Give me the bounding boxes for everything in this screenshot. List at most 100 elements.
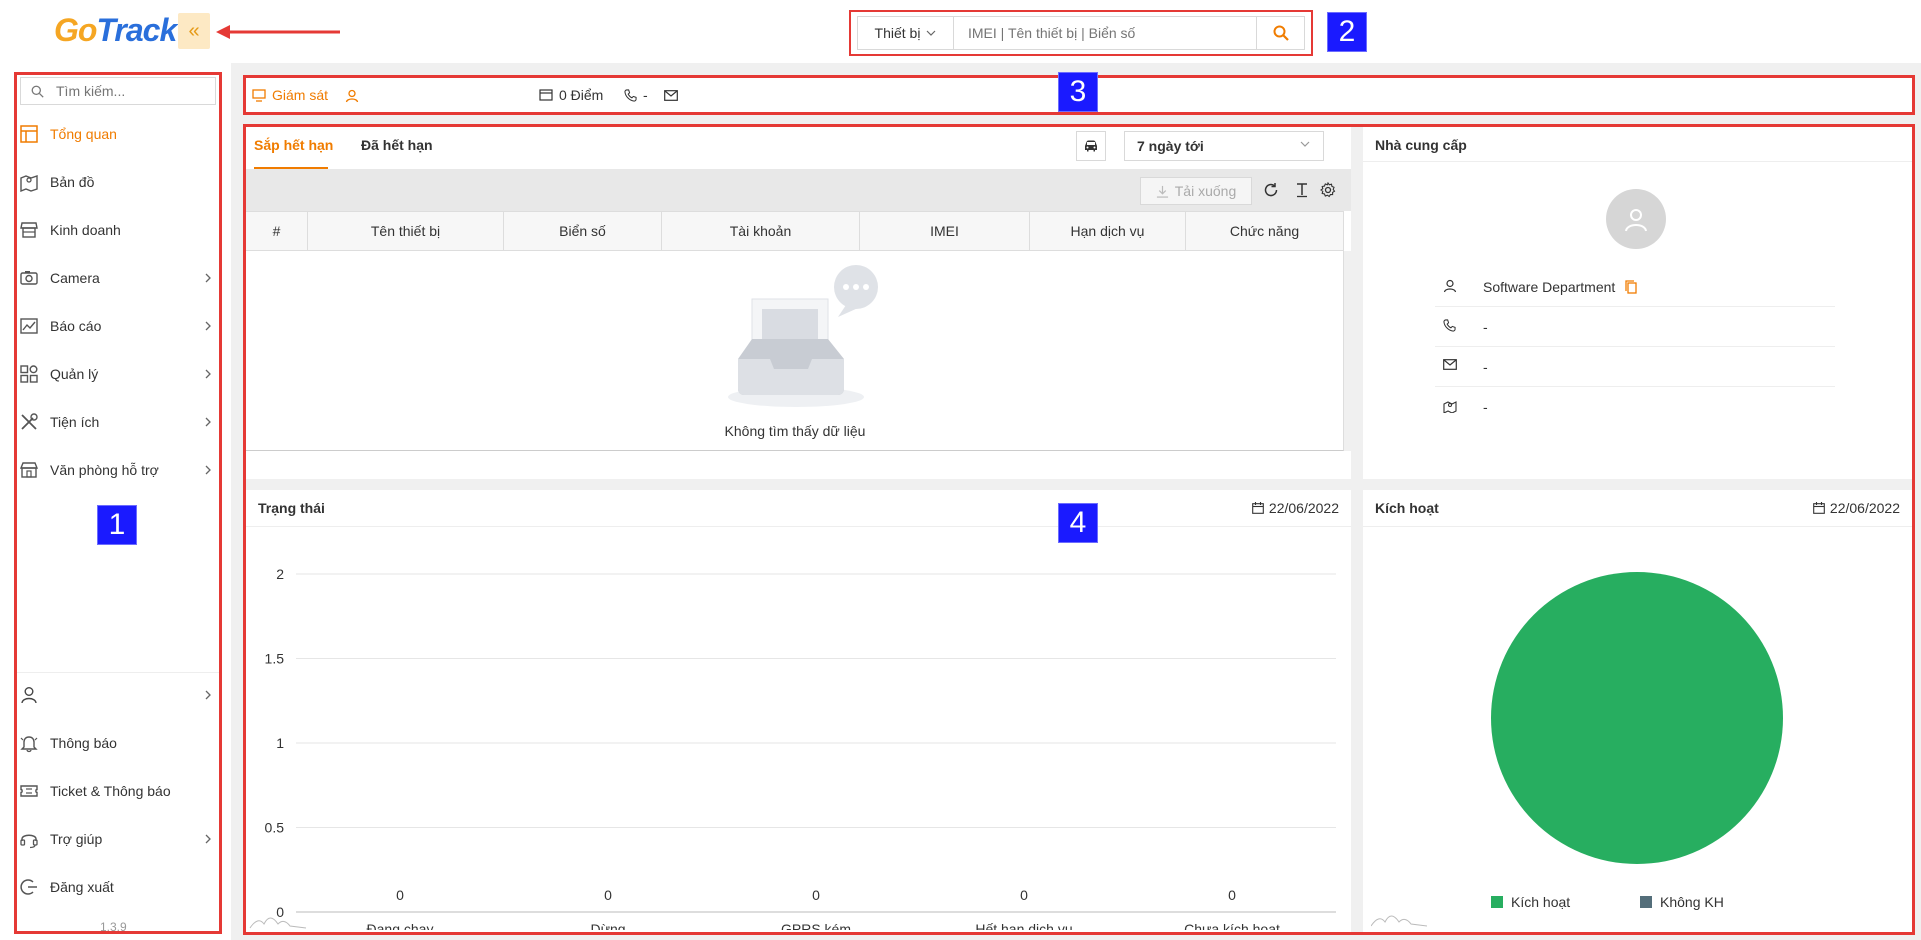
column-height-button[interactable] xyxy=(1291,179,1313,201)
provider-phone-row: - xyxy=(1435,307,1835,347)
phone-icon xyxy=(1443,319,1456,332)
annotation-badge-4: 4 xyxy=(1058,503,1098,543)
chevron-right-icon xyxy=(204,831,212,847)
sidebar-item-grid[interactable]: Quản lý xyxy=(18,358,218,390)
nav-item-label: Bản đồ xyxy=(50,174,95,190)
expiry-panel: Sắp hết hạn Đã hết hạn 7 ngày tới Tải xu… xyxy=(246,127,1351,479)
store-icon xyxy=(18,219,40,241)
phone-display: - xyxy=(624,87,648,103)
column-header[interactable]: Chức năng xyxy=(1186,212,1344,250)
x-tick-label: Dừng xyxy=(590,921,625,930)
nav-item-label: Báo cáo xyxy=(50,318,102,334)
monitor-icon xyxy=(252,89,266,102)
sidebar-collapse-button[interactable]: « xyxy=(178,13,210,49)
sidebar-bottom-item-bell[interactable]: Thông báo xyxy=(18,727,218,759)
calendar-icon xyxy=(1813,502,1825,514)
table-scrollbar[interactable] xyxy=(1344,251,1351,451)
download-label: Tải xuống xyxy=(1174,183,1237,199)
camera-icon xyxy=(18,267,40,289)
nav-item-label: Quản lý xyxy=(50,366,99,382)
app-version: 1.3.9 xyxy=(100,920,127,934)
user-icon[interactable] xyxy=(345,89,359,103)
search-type-select[interactable]: Thiết bị xyxy=(858,17,954,49)
pie-slice[interactable] xyxy=(1491,572,1783,864)
chevron-down-icon xyxy=(927,30,936,36)
mail-icon[interactable] xyxy=(664,90,678,101)
empty-state-text: Không tìm thấy dữ liệu xyxy=(724,423,866,439)
legend-item[interactable]: Kích hoạt xyxy=(1491,894,1570,910)
device-search: Thiết bị xyxy=(857,16,1305,50)
vehicle-filter-button[interactable] xyxy=(1076,131,1106,161)
sidebar-item-office[interactable]: Văn phòng hỗ trợ xyxy=(18,454,218,486)
sidebar-item-chart[interactable]: Báo cáo xyxy=(18,310,218,342)
sidebar-item-camera[interactable]: Camera xyxy=(18,262,218,294)
bar-value-label: 0 xyxy=(604,887,612,903)
tab-expiring-soon[interactable]: Sắp hết hạn xyxy=(254,137,333,153)
sidebar-search xyxy=(20,77,216,105)
column-header[interactable]: Tên thiết bị xyxy=(308,212,504,250)
search-icon xyxy=(31,85,44,98)
y-tick-label: 1 xyxy=(276,735,284,751)
y-tick-label: 0.5 xyxy=(265,820,285,836)
nav-item-label: Đăng xuất xyxy=(50,879,114,895)
monitor-link[interactable]: Giám sát xyxy=(252,87,328,103)
search-button[interactable] xyxy=(1256,17,1304,49)
legend-item[interactable]: Không KH xyxy=(1640,894,1724,910)
chevron-down-icon xyxy=(1300,141,1310,147)
settings-button[interactable] xyxy=(1317,179,1339,201)
provider-phone: - xyxy=(1483,318,1488,335)
legend-swatch xyxy=(1491,896,1503,908)
column-header[interactable]: IMEI xyxy=(860,212,1030,250)
sidebar-item-layout[interactable]: Tổng quan xyxy=(18,118,218,150)
logo-go: Go xyxy=(54,12,97,48)
status-chart-panel: Trạng thái 22/06/2022 0 0.5 1 1.5 2 0 Đang chạ… xyxy=(246,490,1351,932)
date-range-select[interactable]: 7 ngày tới xyxy=(1124,131,1324,161)
mail-icon xyxy=(1443,359,1457,370)
download-icon xyxy=(1156,185,1168,198)
sidebar-item-tools[interactable]: Tiện ích xyxy=(18,406,218,438)
sidebar-bottom-item-headset[interactable]: Trợ giúp xyxy=(18,823,218,855)
column-header[interactable]: Tài khoản xyxy=(662,212,860,250)
nav-item-label: Kinh doanh xyxy=(50,222,121,238)
logo[interactable]: GoTrack xyxy=(54,12,177,49)
tab-expired[interactable]: Đã hết hạn xyxy=(361,137,433,153)
sidebar-bottom-item-ticket[interactable]: Ticket & Thông báo xyxy=(18,775,218,807)
office-icon xyxy=(18,459,40,481)
copy-icon[interactable] xyxy=(1625,279,1637,294)
annotation-badge-3: 3 xyxy=(1058,72,1098,112)
sidebar-bottom-item-logout[interactable]: Đăng xuất xyxy=(18,871,218,903)
monitor-label: Giám sát xyxy=(272,87,329,103)
sidebar-item-map[interactable]: Bản đồ xyxy=(18,166,218,198)
activation-date[interactable]: 22/06/2022 xyxy=(1813,500,1900,516)
bar-value-label: 0 xyxy=(396,887,404,903)
chart-icon xyxy=(18,315,40,337)
provider-name: Software Department xyxy=(1483,278,1616,295)
column-header[interactable]: Biển số xyxy=(504,212,662,250)
sidebar-bottom-item-user[interactable] xyxy=(18,679,218,711)
column-header[interactable]: Hạn dịch vụ xyxy=(1030,212,1186,250)
bell-icon xyxy=(18,732,40,754)
table-toolbar: Tải xuống xyxy=(246,169,1351,211)
y-tick-label: 1.5 xyxy=(265,651,285,667)
refresh-icon xyxy=(1264,183,1278,197)
refresh-button[interactable] xyxy=(1260,179,1282,201)
legend-label: Kích hoạt xyxy=(1511,894,1571,910)
nav-item-label: Văn phòng hỗ trợ xyxy=(50,462,159,478)
double-chevron-left-icon: « xyxy=(188,19,200,42)
user-icon xyxy=(18,684,40,706)
legend-label: Không KH xyxy=(1660,894,1724,910)
provider-title: Nhà cung cấp xyxy=(1375,137,1467,153)
sidebar-search-input[interactable] xyxy=(56,83,196,99)
points-value: 0 Điểm xyxy=(559,87,604,103)
column-header[interactable]: # xyxy=(246,212,308,250)
empty-inbox-icon xyxy=(728,265,878,407)
annotation-badge-1: 1 xyxy=(97,505,137,545)
download-button[interactable]: Tải xuống xyxy=(1140,177,1252,205)
device-search-input[interactable] xyxy=(954,17,1256,49)
activation-date-value: 22/06/2022 xyxy=(1829,500,1900,516)
y-tick-label: 2 xyxy=(276,566,284,582)
sidebar-item-store[interactable]: Kinh doanh xyxy=(18,214,218,246)
status-date[interactable]: 22/06/2022 xyxy=(1252,500,1339,516)
bar-value-label: 0 xyxy=(1228,887,1236,903)
nav-item-label: Tổng quan xyxy=(50,126,117,142)
